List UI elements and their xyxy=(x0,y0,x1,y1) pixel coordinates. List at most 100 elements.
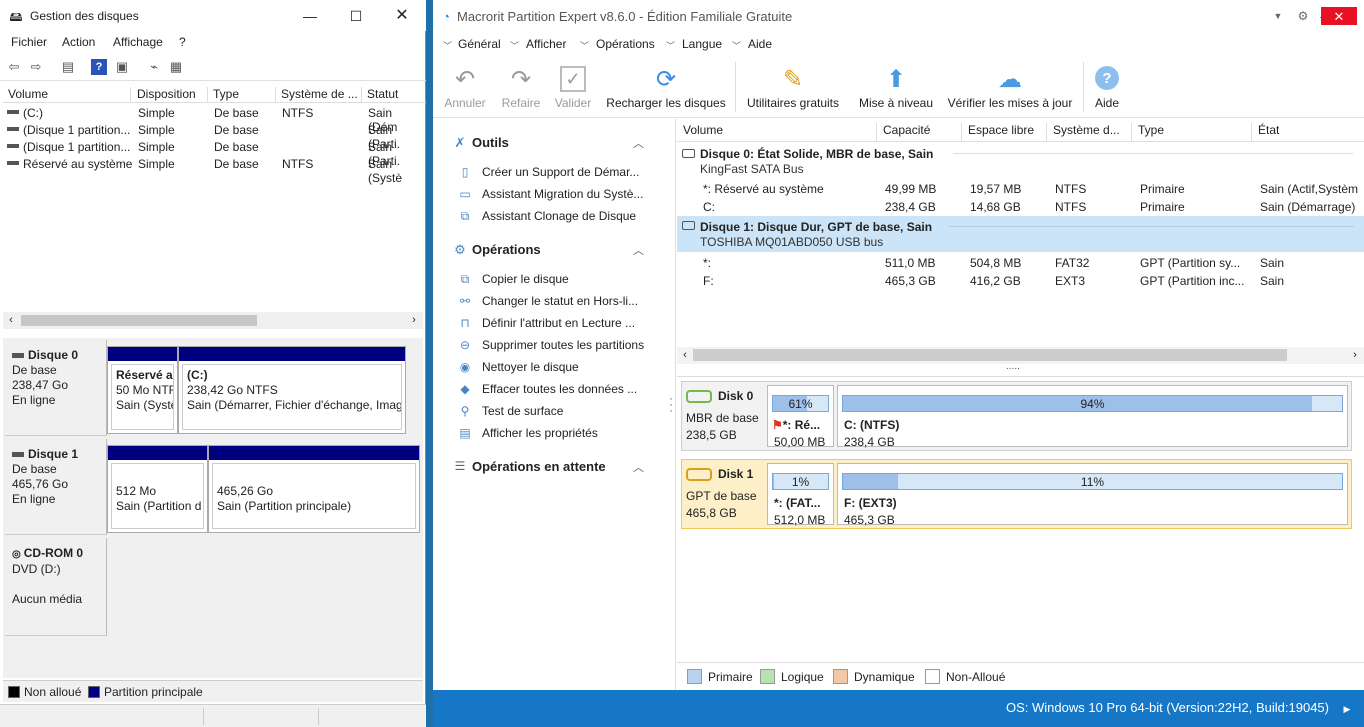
redo-button[interactable]: ↷ Refaire xyxy=(495,58,547,116)
col-type[interactable]: Type xyxy=(208,87,276,102)
sidebar-item-wipe[interactable]: ◆ Effacer toutes les données ... xyxy=(457,381,672,399)
table-row[interactable]: *: 511,0 MB 504,8 MB FAT32 GPT (Partitio… xyxy=(677,254,1364,272)
disk1-group-header[interactable]: Disque 1: Disque Dur, GPT de base, Sain … xyxy=(677,216,1364,252)
dm-partition-data[interactable]: 465,26 Go Sain (Partition principale) xyxy=(208,445,420,533)
col-type[interactable]: Type xyxy=(1131,123,1251,141)
disk0-label[interactable]: Disque 0 De base 238,47 Go En ligne xyxy=(5,340,107,436)
tools-icon: ✎ xyxy=(782,65,804,93)
disk0-group-header[interactable]: Disque 0: État Solide, MBR de base, Sain… xyxy=(677,144,1364,178)
help-icon[interactable]: ? xyxy=(91,59,107,75)
table-row[interactable]: (C:) Simple De base NTFS Sain (Dém xyxy=(3,105,423,134)
pane-splitter[interactable]: ..... xyxy=(1006,361,1020,372)
disk1-partition-f[interactable]: 11% F: (EXT3) 465,3 GB xyxy=(837,463,1348,527)
dm-partition-c[interactable]: (C:) 238,42 Go NTFS Sain (Démarrer, Fichie… xyxy=(178,346,406,434)
close-icon[interactable]: ✕ xyxy=(1321,7,1357,25)
table-row[interactable]: Réservé au système Simple De base NTFS S… xyxy=(3,156,423,185)
mc-window-title: Macrorit Partition Expert v8.6.0 - Éditi… xyxy=(457,9,793,24)
scroll-left-icon[interactable]: ‹ xyxy=(5,314,17,326)
maximize-icon[interactable]: ☐ xyxy=(342,6,370,26)
col-disposition[interactable]: Disposition xyxy=(132,87,208,102)
properties-icon[interactable]: ▣ xyxy=(114,59,130,75)
scroll-thumb[interactable] xyxy=(693,349,1287,361)
menu-general[interactable]: Général xyxy=(458,37,501,51)
col-capacite[interactable]: Capacité xyxy=(876,123,961,141)
col-etat[interactable]: État xyxy=(1251,123,1364,141)
col-espace-libre[interactable]: Espace libre xyxy=(961,123,1046,141)
dm-partition-reserved[interactable]: Réservé a 50 Mo NTF Sain (Systè xyxy=(107,346,178,434)
chevron-up-icon[interactable]: ︿ xyxy=(633,459,644,475)
col-volume[interactable]: Volume xyxy=(677,123,876,141)
section-outils[interactable]: Outils xyxy=(472,135,509,150)
connect-icon[interactable]: ⌁ xyxy=(146,59,162,75)
col-filesystem[interactable]: Système de ... xyxy=(276,87,362,102)
sidebar-item-readonly[interactable]: ⊓ Définir l'attribut en Lecture ... xyxy=(457,315,672,333)
menu-fichier[interactable]: Fichier xyxy=(11,35,47,49)
section-pending[interactable]: Opérations en attente xyxy=(472,459,606,474)
splitter-handle[interactable]: · · · xyxy=(669,392,673,416)
dm-partition-efi[interactable]: 512 Mo Sain (Partition d xyxy=(107,445,208,533)
legend-primary-swatch xyxy=(88,686,100,698)
scroll-left-icon[interactable]: ‹ xyxy=(679,349,691,361)
settings-icon[interactable]: ⚙ xyxy=(1295,8,1311,24)
menu-afficher[interactable]: Afficher xyxy=(526,37,566,51)
mc-ribbon: ↶ Annuler ↷ Refaire ✓ Valider ⟳ Recharger le… xyxy=(433,58,1364,118)
table-row[interactable]: (Disque 1 partition... Simple De base Sa… xyxy=(3,122,423,151)
scroll-right-icon[interactable]: › xyxy=(1349,349,1361,361)
chevron-up-icon[interactable]: ︿ xyxy=(633,135,644,151)
upgrade-button[interactable]: ⬆ Mise à niveau xyxy=(855,58,937,116)
menu-operations[interactable]: Opérations xyxy=(596,37,655,51)
sidebar-item-surface-test[interactable]: ⚲ Test de surface xyxy=(457,403,672,421)
table-row[interactable]: *: Réservé au système 49,99 MB 19,57 MB … xyxy=(677,180,1364,198)
disk0-type: De base xyxy=(12,363,57,377)
table-row[interactable]: (Disque 1 partition... Simple De base Sa… xyxy=(3,139,423,168)
menu-aide[interactable]: Aide xyxy=(748,37,772,51)
sidebar-item-delete-all[interactable]: ⊖ Supprimer toutes les partitions xyxy=(457,337,672,355)
disk1-status: En ligne xyxy=(12,492,56,506)
sidebar-item-properties[interactable]: ▤ Afficher les propriétés xyxy=(457,425,672,443)
sidebar-item-clone-disk[interactable]: ⧉ Assistant Clonage de Disque xyxy=(457,208,672,226)
disk1-card[interactable]: Disk 1 GPT de base 465,8 GB 1% *: (FAT..… xyxy=(681,459,1352,529)
sidebar-item-clean-disk[interactable]: ◉ Nettoyer le disque xyxy=(457,359,672,377)
menu-action[interactable]: Action xyxy=(62,35,95,49)
table-row[interactable]: C: 238,4 GB 14,68 GB NTFS Primaire Sain … xyxy=(677,198,1364,216)
chevron-up-icon[interactable]: ︿ xyxy=(633,242,644,258)
sidebar-item-copy-disk[interactable]: ⧉ Copier le disque xyxy=(457,271,672,289)
minimize-icon[interactable]: — xyxy=(296,6,324,26)
apply-button[interactable]: ✓ Valider xyxy=(551,58,595,116)
menu-affichage[interactable]: Affichage xyxy=(113,35,163,49)
section-operations[interactable]: Opérations xyxy=(472,242,541,257)
undo-button[interactable]: ↶ Annuler xyxy=(438,58,492,116)
disk0-card[interactable]: Disk 0 MBR de base 238,5 GB 61% ⚑*: Ré..… xyxy=(681,381,1352,451)
scroll-right-icon[interactable]: › xyxy=(408,314,420,326)
disk0-partition-reserved[interactable]: 61% ⚑*: Ré... 50,00 MB xyxy=(767,385,834,449)
sidebar-item-create-media[interactable]: ▯ Créer un Support de Démar... xyxy=(457,164,672,182)
row-free: 14,68 GB xyxy=(970,200,1021,214)
free-utilities-button[interactable]: ✎ Utilitaires gratuits xyxy=(743,58,843,116)
forward-arrow-icon[interactable]: ⇨ xyxy=(28,59,44,75)
settings-list-icon[interactable]: ▦ xyxy=(168,59,184,75)
console-tree-icon[interactable]: ▤ xyxy=(60,59,76,75)
help-button[interactable]: ? Aide xyxy=(1089,58,1125,116)
col-systeme[interactable]: Système d... xyxy=(1046,123,1131,141)
dropdown-icon[interactable]: ▼ xyxy=(1271,10,1285,22)
menu-help[interactable]: ? xyxy=(179,35,186,49)
volume-list-scrollbar[interactable]: ‹ › xyxy=(3,312,423,329)
sidebar-item-migrate-os[interactable]: ▭ Assistant Migration du Systè... xyxy=(457,186,672,204)
sidebar-item-offline[interactable]: ⚯ Changer le statut en Hors-li... xyxy=(457,293,672,311)
cdrom-label[interactable]: ◎ CD-ROM 0 DVD (D:) Aucun média xyxy=(5,538,107,636)
table-row[interactable]: F: 465,3 GB 416,2 GB EXT3 GPT (Partition… xyxy=(677,272,1364,290)
disk1-partition-efi[interactable]: 1% *: (FAT... 512,0 MB xyxy=(767,463,834,527)
disk0-partition-c[interactable]: 94% C: (NTFS) 238,4 GB xyxy=(837,385,1348,449)
chevron-right-icon[interactable]: ▶ xyxy=(1340,702,1354,716)
reload-disks-button[interactable]: ⟳ Recharger les disques xyxy=(603,58,729,116)
scroll-thumb[interactable] xyxy=(21,315,257,326)
check-updates-button[interactable]: ☁ Vérifier les mises à jour xyxy=(945,58,1075,116)
close-icon[interactable]: ✕ xyxy=(388,6,416,26)
menu-langue[interactable]: Langue xyxy=(682,37,722,51)
back-arrow-icon[interactable]: ⇦ xyxy=(6,59,22,75)
disk1-label[interactable]: Disque 1 De base 465,76 Go En ligne xyxy=(5,439,107,535)
clone-icon: ⧉ xyxy=(460,208,470,223)
table-scrollbar[interactable]: ‹ › xyxy=(677,347,1364,364)
col-statut[interactable]: Statut xyxy=(362,87,426,102)
col-volume[interactable]: Volume xyxy=(3,87,131,102)
